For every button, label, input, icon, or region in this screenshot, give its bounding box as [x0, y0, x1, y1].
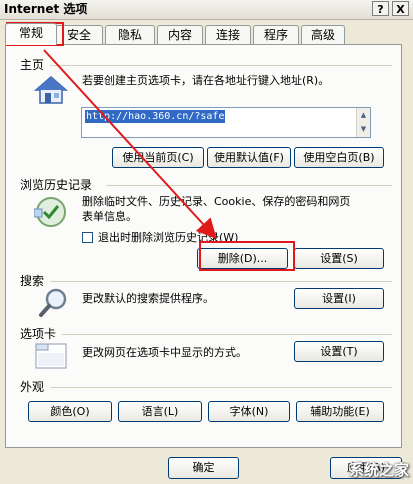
history-icon — [34, 197, 66, 227]
general-panel: 主页 若要创建主页选项卡，请在各地址行键入地址(R)。 http://hao.3… — [5, 44, 402, 448]
tab-programs[interactable]: 程序 — [253, 25, 299, 44]
watermark: 系统之家 — [348, 461, 409, 479]
search-description: 更改默认的搜索提供程序。 — [82, 292, 214, 305]
use-blank-button[interactable]: 使用空白页(B) — [294, 147, 384, 168]
appearance-section-title: 外观 — [20, 380, 45, 394]
tab-general[interactable]: 常规 — [5, 23, 57, 45]
close-button[interactable]: X — [392, 1, 409, 16]
history-description-line1: 删除临时文件、历史记录、Cookie、保存的密码和网页 — [82, 195, 351, 208]
history-description-line2: 表单信息。 — [82, 210, 137, 223]
window-title: Internet 选项 — [4, 2, 88, 16]
accessibility-button[interactable]: 辅助功能(E) — [296, 401, 384, 422]
tabs-icon — [35, 343, 67, 369]
home-section-title: 主页 — [20, 58, 45, 72]
search-icon — [39, 288, 67, 317]
fonts-button[interactable]: 字体(N) — [208, 401, 290, 422]
section-divider — [50, 281, 392, 282]
delete-on-exit-checkbox[interactable] — [82, 232, 93, 243]
help-button[interactable]: ? — [372, 1, 389, 16]
home-icon — [34, 76, 68, 104]
home-description: 若要创建主页选项卡，请在各地址行键入地址(R)。 — [82, 74, 330, 87]
section-divider — [106, 185, 392, 186]
colors-button[interactable]: 颜色(O) — [28, 401, 112, 422]
scroll-down-icon[interactable]: ▼ — [357, 122, 370, 136]
delete-on-exit-label[interactable]: 退出时删除浏览历史记录(W) — [98, 230, 238, 245]
section-divider — [50, 65, 392, 66]
home-url-value[interactable]: http://hao.360.cn/?safe — [85, 110, 226, 123]
delete-history-button[interactable]: 删除(D)... — [197, 248, 288, 269]
tabs-description: 更改网页在选项卡中显示的方式。 — [82, 346, 247, 359]
history-settings-button[interactable]: 设置(S) — [294, 248, 384, 269]
use-current-button[interactable]: 使用当前页(C) — [112, 147, 204, 168]
tab-connections[interactable]: 连接 — [205, 25, 251, 44]
tab-privacy[interactable]: 隐私 — [105, 25, 155, 44]
languages-button[interactable]: 语言(L) — [118, 401, 202, 422]
tab-security[interactable]: 安全 — [55, 25, 103, 44]
tab-content[interactable]: 内容 — [157, 25, 203, 44]
home-url-field[interactable]: http://hao.360.cn/?safe ▲ ▼ — [81, 107, 371, 138]
url-scrollbar[interactable]: ▲ ▼ — [356, 108, 370, 137]
title-bar: Internet 选项 ? X — [0, 0, 413, 20]
scroll-up-icon[interactable]: ▲ — [357, 108, 370, 122]
search-settings-button[interactable]: 设置(I) — [294, 288, 384, 309]
use-default-button[interactable]: 使用默认值(F) — [207, 147, 291, 168]
tabs-settings-button[interactable]: 设置(T) — [294, 341, 384, 362]
section-divider — [62, 334, 392, 335]
history-section-title: 浏览历史记录 — [20, 178, 93, 192]
section-divider — [50, 387, 392, 388]
tab-advanced[interactable]: 高级 — [301, 25, 345, 44]
ok-button[interactable]: 确定 — [168, 457, 239, 479]
